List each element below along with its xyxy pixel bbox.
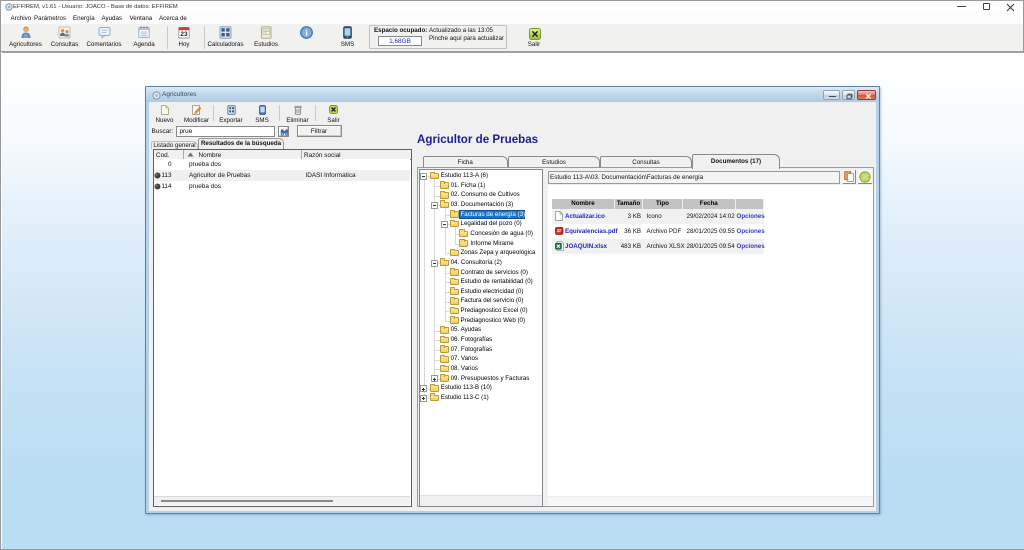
svg-text:23: 23 — [180, 31, 188, 38]
